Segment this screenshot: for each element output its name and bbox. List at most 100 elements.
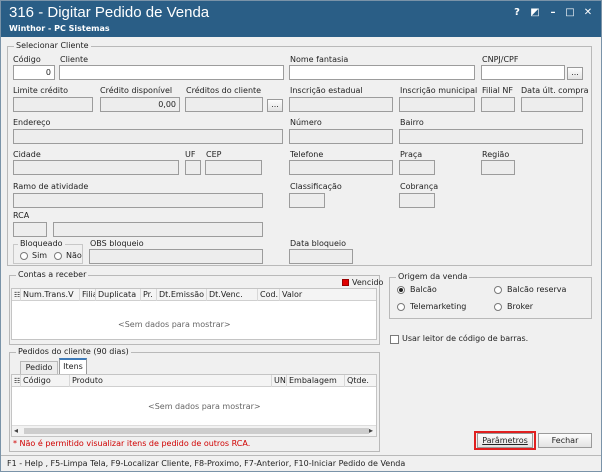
col-dt-emissao[interactable]: Dt.Emissão: [157, 289, 207, 301]
bloqueado-sim-radio[interactable]: [20, 252, 28, 260]
contas-grid-header: ☷ Num.Trans.V Filia Duplicata Pr. Dt.Emi…: [12, 289, 376, 301]
bairro-label: Bairro: [400, 118, 424, 127]
itens-empty-message: <Sem dados para mostrar>: [148, 402, 261, 411]
col-qtde[interactable]: Qtde.: [345, 375, 376, 387]
rca-label: RCA: [13, 211, 30, 220]
bloqueado-sim-label: Sim: [32, 251, 48, 260]
col-un[interactable]: UN: [272, 375, 287, 387]
limite-credito-label: Limite crédito: [13, 86, 69, 95]
maximize-icon[interactable]: □: [563, 6, 577, 19]
contas-grid[interactable]: ☷ Num.Trans.V Filia Duplicata Pr. Dt.Emi…: [11, 288, 377, 340]
origem-telemarketing-label: Telemarketing: [410, 302, 467, 311]
leitor-barras-checkbox[interactable]: [390, 335, 399, 344]
scroll-left-icon[interactable]: ◂: [14, 426, 18, 436]
praca-field: [399, 160, 435, 175]
numero-label: Número: [290, 118, 322, 127]
bloqueado-nao-label: Não: [66, 251, 82, 260]
cep-field: [205, 160, 262, 175]
ramo-atividade-label: Ramo de atividade: [13, 182, 89, 191]
origem-balcao-label: Balcão: [410, 285, 437, 294]
scroll-right-icon[interactable]: ▸: [369, 426, 373, 436]
origem-balcao-radio[interactable]: [397, 286, 405, 294]
col-pr[interactable]: Pr.: [141, 289, 157, 301]
classificacao-label: Classificação: [290, 182, 342, 191]
uf-label: UF: [185, 150, 196, 159]
cidade-field: [13, 160, 179, 175]
close-icon[interactable]: ✕: [581, 6, 595, 19]
cep-label: CEP: [206, 150, 222, 159]
cliente-input[interactable]: [59, 65, 284, 80]
origem-venda-label: Origem da venda: [396, 272, 470, 282]
numero-field: [289, 129, 393, 144]
inscricao-estadual-field: [289, 97, 393, 112]
origem-venda-group: Origem da venda: [389, 272, 592, 319]
origem-broker-label: Broker: [507, 302, 534, 311]
vencido-legend-swatch: [342, 279, 349, 286]
rca-code-field: [13, 222, 47, 237]
col-duplicata[interactable]: Duplicata: [96, 289, 141, 301]
endereco-label: Endereço: [13, 118, 51, 127]
bloqueado-nao-radio[interactable]: [54, 252, 62, 260]
grid-menu-icon[interactable]: ☷: [12, 289, 21, 301]
scroll-thumb[interactable]: [24, 428, 369, 434]
cnpj-search-button[interactable]: ...: [567, 67, 583, 80]
pedidos-label: Pedidos do cliente (90 dias): [16, 347, 131, 357]
minimize-icon[interactable]: –: [546, 6, 560, 19]
inscricao-municipal-field: [399, 97, 475, 112]
col-dt-venc[interactable]: Dt.Venc.: [207, 289, 258, 301]
credito-disponivel-label: Crédito disponível: [100, 86, 173, 95]
credito-disponivel-field: 0,00: [100, 97, 180, 112]
help-icon[interactable]: ?: [510, 6, 524, 19]
classificacao-field: [289, 193, 325, 208]
col-num-trans[interactable]: Num.Trans.V: [21, 289, 80, 301]
tab-pedido[interactable]: Pedido: [20, 361, 58, 374]
bairro-field: [399, 129, 583, 144]
tab-itens[interactable]: Itens: [59, 358, 87, 374]
inscricao-municipal-label: Inscrição municipal: [400, 86, 478, 95]
title-bar: 316 - Digitar Pedido de Venda Winthor - …: [1, 1, 601, 37]
codigo-label: Código: [13, 55, 41, 64]
nome-fantasia-input[interactable]: [289, 65, 475, 80]
col-cod[interactable]: Cod.: [258, 289, 280, 301]
fechar-button[interactable]: Fechar: [538, 433, 592, 448]
data-ult-compra-field: [521, 97, 583, 112]
pedidos-warning: * Não é permitido visualizar itens de pe…: [13, 439, 251, 448]
filial-nf-field: [481, 97, 515, 112]
col-embalagem[interactable]: Embalagem: [287, 375, 345, 387]
cnpj-input[interactable]: [481, 65, 565, 80]
regiao-label: Região: [482, 150, 510, 159]
col-produto[interactable]: Produto: [70, 375, 272, 387]
col-valor[interactable]: Valor: [280, 289, 320, 301]
col-codigo[interactable]: Código: [21, 375, 70, 387]
creditos-cliente-button[interactable]: ...: [267, 99, 283, 112]
uf-field: [185, 160, 201, 175]
itens-grid[interactable]: ☷ Código Produto UN Embalagem Qtde. <Sem…: [11, 374, 377, 437]
itens-horizontal-scrollbar[interactable]: ◂ ▸: [12, 425, 376, 436]
status-bar: F1 - Help , F5-Limpa Tela, F9-Localizar …: [1, 455, 601, 471]
parametros-button[interactable]: Parâmetros: [477, 433, 533, 448]
filial-nf-label: Filial NF: [482, 86, 513, 95]
window-subtitle: Winthor - PC Sistemas: [9, 24, 110, 33]
cobranca-label: Cobrança: [400, 182, 439, 191]
nome-fantasia-label: Nome fantasia: [290, 55, 349, 64]
origem-balcao-reserva-radio[interactable]: [494, 286, 502, 294]
origem-telemarketing-radio[interactable]: [397, 303, 405, 311]
praca-label: Praça: [400, 150, 423, 159]
col-filial[interactable]: Filia: [80, 289, 96, 301]
restore-icon[interactable]: ◩: [528, 6, 542, 19]
itens-grid-menu-icon[interactable]: ☷: [12, 375, 21, 387]
cobranca-field: [399, 193, 435, 208]
origem-balcao-reserva-label: Balcão reserva: [507, 285, 567, 294]
contas-receber-label: Contas a receber: [16, 270, 89, 280]
data-bloqueio-field: [289, 249, 353, 264]
regiao-field: [481, 160, 515, 175]
cnpj-label: CNPJ/CPF: [482, 55, 519, 64]
contas-empty-message: <Sem dados para mostrar>: [118, 320, 231, 329]
codigo-input[interactable]: 0: [13, 65, 55, 80]
origem-broker-radio[interactable]: [494, 303, 502, 311]
limite-credito-field: [13, 97, 93, 112]
select-client-group-label: Selecionar Cliente: [14, 41, 91, 51]
itens-grid-header: ☷ Código Produto UN Embalagem Qtde.: [12, 375, 376, 387]
main-window: 316 - Digitar Pedido de Venda Winthor - …: [0, 0, 602, 472]
data-ult-compra-label: Data últ. compra: [521, 86, 589, 95]
